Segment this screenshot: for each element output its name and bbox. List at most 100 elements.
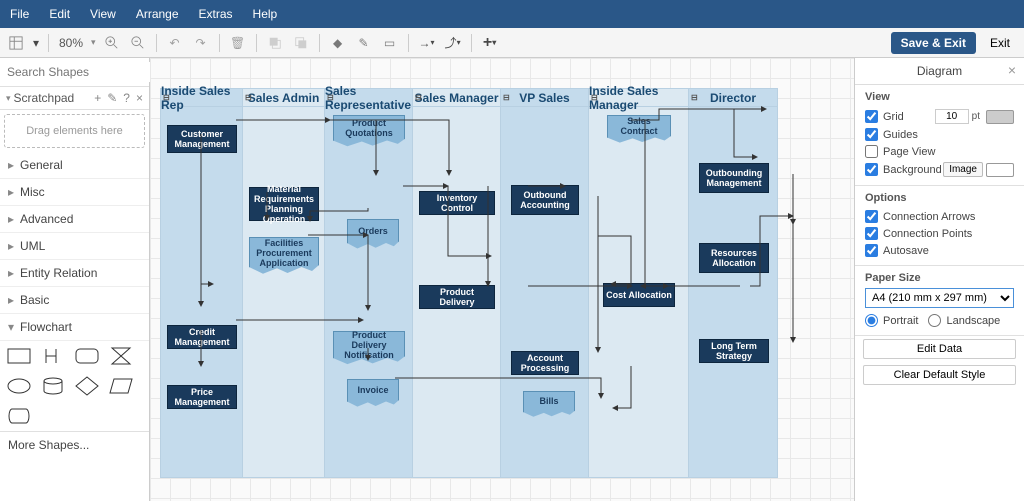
diagram-node[interactable]: Cost Allocation [603,283,675,307]
shape-bracket[interactable] [40,345,66,367]
diagram-node[interactable]: Outbounding Management [699,163,769,193]
zoom-out-icon[interactable] [128,33,148,53]
line-color-icon[interactable]: ✎ [354,33,374,53]
dropdown-icon[interactable]: ▾ [32,33,40,53]
swimlane[interactable]: ⊟Sales RepresentativeProduct QuotationsO… [324,88,412,478]
grid-size-input[interactable] [935,109,969,124]
conn-points-checkbox[interactable] [865,227,878,240]
portrait-radio[interactable] [865,314,878,327]
cat-uml[interactable]: ▸UML [0,233,149,260]
autosave-checkbox[interactable] [865,244,878,257]
diagram-node[interactable]: Long Term Strategy [699,339,769,363]
zoom-in-icon[interactable] [102,33,122,53]
swimlane[interactable]: ⊟Inside Sales ManagerSales ContractCost … [588,88,688,478]
diagram-node[interactable]: Sales Contract [607,115,671,145]
diagram-node[interactable]: Product Delivery Notification [333,331,405,367]
grid-checkbox[interactable] [865,110,878,123]
shape-cylinder[interactable] [40,375,66,397]
edit-data-button[interactable]: Edit Data [863,339,1016,359]
diagram-node[interactable]: Customer Management [167,125,237,153]
redo-icon[interactable]: ↷ [191,33,211,53]
swimlane[interactable]: ⊟VP SalesOutbound AccountingAccount Proc… [500,88,588,478]
to-back-icon[interactable] [291,33,311,53]
connection-icon[interactable]: →▾ [417,33,437,53]
menu-edit[interactable]: Edit [49,7,70,21]
diagram-node[interactable]: Invoice [347,379,399,409]
collapse-icon[interactable]: ⊟ [591,93,598,102]
landscape-radio[interactable] [928,314,941,327]
collapse-icon[interactable]: ⊟ [503,93,510,102]
guides-checkbox[interactable] [865,128,878,141]
shadow-icon[interactable]: ▭ [380,33,400,53]
diagram-node[interactable]: Bills [523,391,575,419]
shape-hourglass[interactable] [108,345,134,367]
scratchpad-dropzone[interactable]: Drag elements here [4,114,145,148]
scratch-edit-icon[interactable]: ✎ [107,91,117,105]
diagram-node[interactable]: Account Processing [511,351,579,375]
diagram-node[interactable]: Price Management [167,385,237,409]
canvas[interactable]: ⊟Inside Sales RepCustomer ManagementCred… [150,58,854,501]
conn-arrows-checkbox[interactable] [865,210,878,223]
table-icon[interactable] [6,33,26,53]
cat-advanced[interactable]: ▸Advanced [0,206,149,233]
paper-size-select[interactable]: A4 (210 mm x 297 mm) [865,288,1014,308]
exit-button[interactable]: Exit [990,36,1010,50]
swimlane[interactable]: ⊟ Director Outbounding Management Resources… [688,88,778,478]
shape-cylinder-h[interactable] [6,405,32,427]
search-input[interactable] [4,62,165,82]
scratch-close-icon[interactable]: × [136,91,143,105]
delete-icon[interactable]: 🗑 [228,33,248,53]
fill-color-icon[interactable]: ◆ [328,33,348,53]
image-button[interactable]: Image [943,162,983,177]
shape-parallelogram[interactable] [108,375,134,397]
diagram-node[interactable]: Inventory Control [419,191,495,215]
diagram-node[interactable]: Product Delivery [419,285,495,309]
collapse-icon[interactable]: ⊟ [163,93,170,102]
diagram-node[interactable]: Material Requirements Planning Operation [249,187,319,221]
menu-arrange[interactable]: Arrange [136,7,179,21]
shape-rect[interactable] [6,345,32,367]
shape-diamond[interactable] [74,375,100,397]
swimlane[interactable]: ⊟Inside Sales RepCustomer ManagementCred… [160,88,242,478]
menu-view[interactable]: View [90,7,116,21]
close-icon[interactable]: × [1008,62,1016,78]
cat-general[interactable]: ▸General [0,152,149,179]
menu-file[interactable]: File [10,7,29,21]
grid-color-swatch[interactable] [986,110,1014,124]
scratch-help-icon[interactable]: ? [123,91,130,105]
bg-color-swatch[interactable] [986,163,1014,177]
menu-help[interactable]: Help [253,7,278,21]
collapse-icon[interactable]: ⊟ [415,93,422,102]
lane-title: Director [710,91,756,105]
shape-ellipse[interactable] [6,375,32,397]
more-shapes-button[interactable]: More Shapes... [0,431,149,458]
scratch-add-icon[interactable]: + [94,91,101,105]
pageview-checkbox[interactable] [865,145,878,158]
cat-basic[interactable]: ▸Basic [0,287,149,314]
to-front-icon[interactable] [265,33,285,53]
collapse-icon[interactable]: ⊟ [691,93,698,102]
collapse-icon[interactable]: ⊟ [245,93,252,102]
menu-extras[interactable]: Extras [199,7,233,21]
undo-icon[interactable]: ↶ [165,33,185,53]
diagram-node[interactable]: Resources Allocation [699,243,769,273]
diagram-node[interactable]: Outbound Accounting [511,185,579,215]
cat-entity[interactable]: ▸Entity Relation [0,260,149,287]
save-exit-button[interactable]: Save & Exit [891,32,976,54]
background-checkbox[interactable] [865,163,878,176]
cat-flowchart[interactable]: ▾Flowchart [0,314,149,341]
lane-title: Sales Admin [248,91,320,105]
collapse-icon[interactable]: ⊟ [327,93,334,102]
swimlane[interactable]: ⊟Sales ManagerInventory ControlProduct D… [412,88,500,478]
cat-misc[interactable]: ▸Misc [0,179,149,206]
diagram-node[interactable]: Orders [347,219,399,251]
clear-style-button[interactable]: Clear Default Style [863,365,1016,385]
shape-process[interactable] [74,345,100,367]
swimlane[interactable]: ⊟Sales Admin Material Requirements Planni… [242,88,324,478]
diagram-node[interactable]: Product Quotations [333,115,405,149]
zoom-level[interactable]: 80% [59,36,83,50]
waypoint-icon[interactable]: ⤴▾ [443,33,463,53]
add-icon[interactable]: +▾ [480,33,500,53]
diagram-node[interactable]: Facilities Procurement Application [249,237,319,277]
diagram-node[interactable]: Credit Management [167,325,237,349]
